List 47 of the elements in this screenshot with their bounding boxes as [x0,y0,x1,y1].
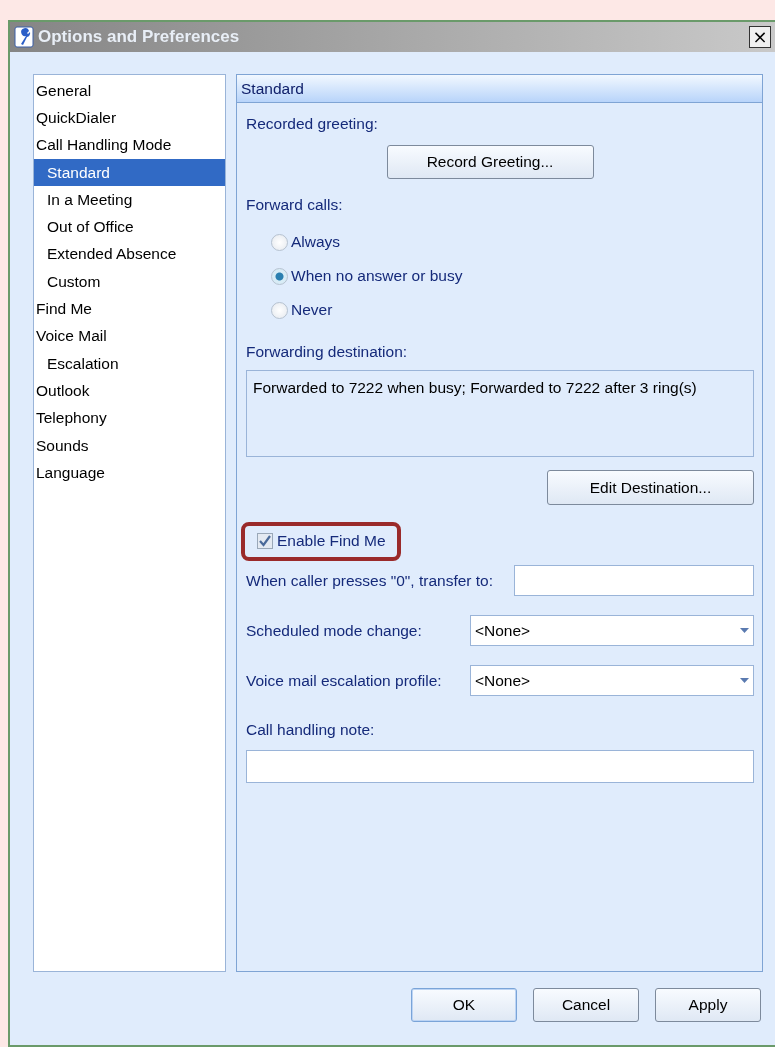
dialog-button[interactable]: Cancel [533,988,639,1022]
field-label: Forwarding destination: [246,343,409,361]
tree-item[interactable]: QuickDialer [34,104,225,132]
dialog-button[interactable]: OK [411,988,517,1022]
radio-button[interactable] [271,233,288,251]
checkbox-label: Enable Find Me [277,532,386,550]
dropdown[interactable]: <None> [470,665,754,696]
radio-label: When no answer or busy [291,267,463,285]
tree-item[interactable]: Standard [34,158,225,187]
destination-box: Forwarded to 7222 when busy; Forwarded to 7222 after 3 ring(s) [246,370,754,457]
wrench-icon [14,26,34,48]
tree-item[interactable]: Language [34,459,225,487]
tree-item[interactable]: Call Handling Mode [34,131,225,159]
tree-item[interactable]: Voice Mail [34,322,225,350]
tree-item[interactable]: Out of Office [34,213,225,241]
radio-label: Always [291,233,341,251]
tree-item[interactable]: In a Meeting [34,186,225,214]
window-title: Options and Preferences [38,27,241,47]
input-field[interactable] [514,565,754,596]
panel-header: Standard [237,75,762,103]
record-greeting-button[interactable]: Record Greeting... [386,145,594,179]
tree-item[interactable]: Telephony [34,404,225,432]
radio-label: Never [291,301,333,319]
tree-item[interactable]: General [34,77,225,105]
dropdown[interactable]: <None> [470,615,754,646]
field-label: Voice mail escalation profile: [246,671,442,690]
tree-item[interactable]: Outlook [34,377,225,405]
field-label: When caller presses "0", transfer to: [246,571,494,590]
caret-icon [740,678,749,683]
radio-button[interactable] [271,301,288,319]
tree-item[interactable]: Extended Absence [34,240,225,269]
tree-item[interactable]: Escalation [34,349,225,378]
radio-button[interactable] [271,267,288,285]
check-icon [259,535,271,547]
edit-destination-button[interactable]: Edit Destination... [547,470,754,505]
field-label: Forward calls: [246,196,344,214]
input-field[interactable] [246,750,754,783]
field-label: Call handling note: [246,721,376,739]
close-button[interactable]: × [749,26,771,48]
tree-item[interactable]: Find Me [34,295,225,323]
dialog-button[interactable]: Apply [655,988,761,1022]
caret-icon [740,628,749,633]
checkbox[interactable] [257,533,273,549]
field-label: Recorded greeting: [246,115,379,133]
tree-item[interactable]: Sounds [34,431,225,460]
tree-item[interactable]: Custom [34,268,225,296]
field-label: Scheduled mode change: [246,621,422,640]
